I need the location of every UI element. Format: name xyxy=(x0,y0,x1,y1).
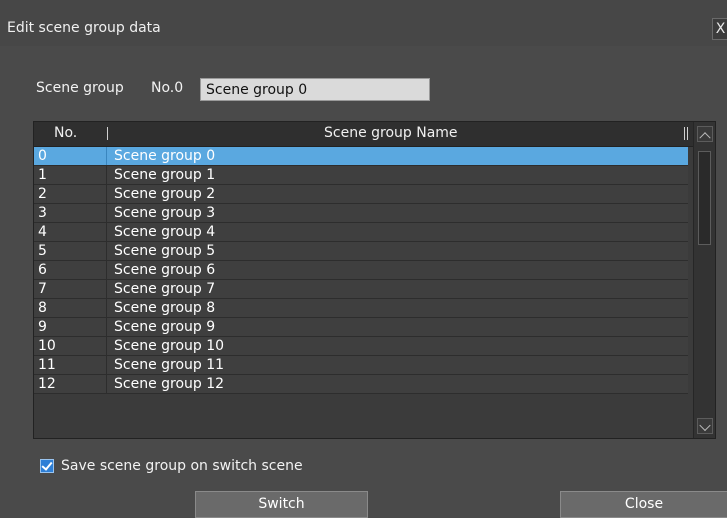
row-number: 7 xyxy=(34,280,107,298)
close-icon[interactable]: X xyxy=(712,18,727,40)
table-row[interactable]: 2 Scene group 2 xyxy=(34,185,688,204)
table-row[interactable]: 11 Scene group 11 xyxy=(34,356,688,375)
column-separator[interactable] xyxy=(684,127,685,140)
row-number: 8 xyxy=(34,299,107,317)
table-row[interactable]: 1 Scene group 1 xyxy=(34,166,688,185)
column-header-name[interactable]: Scene group Name xyxy=(324,125,458,141)
row-scene-group-name: Scene group 7 xyxy=(114,281,216,297)
table-row[interactable]: 4 Scene group 4 xyxy=(34,223,688,242)
vertical-scrollbar[interactable] xyxy=(693,122,715,438)
row-scene-group-name: Scene group 5 xyxy=(114,243,216,259)
row-scene-group-name: Scene group 0 xyxy=(114,148,216,164)
table-row[interactable]: 0 Scene group 0 xyxy=(34,147,688,166)
row-number: 4 xyxy=(34,223,107,241)
table-row[interactable]: 12 Scene group 12 xyxy=(34,375,688,394)
row-scene-group-name: Scene group 6 xyxy=(114,262,216,278)
scene-group-name-input[interactable] xyxy=(200,78,430,101)
row-scene-group-name: Scene group 10 xyxy=(114,338,225,354)
save-scene-group-label[interactable]: Save scene group on switch scene xyxy=(61,458,303,474)
scene-group-label: Scene group xyxy=(36,80,124,96)
row-scene-group-name: Scene group 2 xyxy=(114,186,216,202)
dialog-title-bar: Edit scene group data X xyxy=(0,0,727,46)
row-number: 6 xyxy=(34,261,107,279)
scene-group-number: No.0 xyxy=(151,80,184,96)
row-scene-group-name: Scene group 12 xyxy=(114,376,225,392)
row-number: 12 xyxy=(34,375,107,393)
column-separator[interactable] xyxy=(687,127,688,140)
row-number: 2 xyxy=(34,185,107,203)
column-header-no[interactable]: No. xyxy=(54,125,77,141)
save-scene-group-checkbox[interactable] xyxy=(40,459,54,473)
chevron-up-icon[interactable] xyxy=(697,126,713,142)
row-number: 10 xyxy=(34,337,107,355)
row-scene-group-name: Scene group 8 xyxy=(114,300,216,316)
row-scene-group-name: Scene group 1 xyxy=(114,167,216,183)
table-row[interactable]: 6 Scene group 6 xyxy=(34,261,688,280)
switch-button[interactable]: Switch xyxy=(195,491,368,518)
table-row[interactable]: 10 Scene group 10 xyxy=(34,337,688,356)
row-scene-group-name: Scene group 11 xyxy=(114,357,225,373)
row-scene-group-name: Scene group 4 xyxy=(114,224,216,240)
column-separator[interactable] xyxy=(107,127,108,140)
row-number: 3 xyxy=(34,204,107,222)
dialog-title: Edit scene group data xyxy=(7,20,161,36)
table-row[interactable]: 7 Scene group 7 xyxy=(34,280,688,299)
table-body: 0 Scene group 0 1 Scene group 1 2 Scene group… xyxy=(34,147,688,394)
chevron-down-icon[interactable] xyxy=(697,418,713,434)
row-scene-group-name: Scene group 9 xyxy=(114,319,216,335)
table-row[interactable]: 3 Scene group 3 xyxy=(34,204,688,223)
row-number: 5 xyxy=(34,242,107,260)
row-scene-group-name: Scene group 3 xyxy=(114,205,216,221)
table-header: No. Scene group Name xyxy=(34,122,693,147)
row-number: 0 xyxy=(34,147,107,165)
table-row[interactable]: 8 Scene group 8 xyxy=(34,299,688,318)
row-number: 9 xyxy=(34,318,107,336)
close-button[interactable]: Close xyxy=(560,491,727,518)
row-number: 1 xyxy=(34,166,107,184)
scene-group-table: No. Scene group Name 0 Scene group 0 1 Scen… xyxy=(33,121,716,439)
table-row[interactable]: 5 Scene group 5 xyxy=(34,242,688,261)
table-row[interactable]: 9 Scene group 9 xyxy=(34,318,688,337)
scrollbar-thumb[interactable] xyxy=(698,151,711,245)
row-number: 11 xyxy=(34,356,107,374)
